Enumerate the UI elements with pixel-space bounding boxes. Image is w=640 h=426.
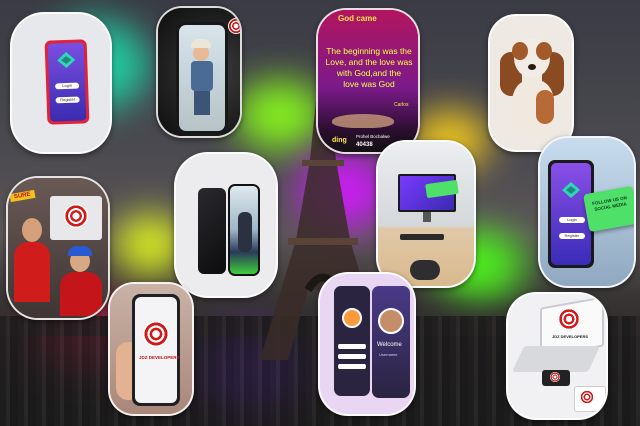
- red-ring-logo-small-icon: [550, 372, 560, 382]
- profile-photo: [378, 308, 404, 334]
- phone-screen-photo: [230, 186, 258, 274]
- red-ring-logo-developers-tile[interactable]: SURE: [6, 176, 110, 320]
- dog-eye-patch-right: [536, 42, 552, 60]
- login-app-popup-tile[interactable]: Login Register FOLLOW US ON SOCIAL MEDIA: [538, 136, 636, 288]
- child-body: [191, 61, 213, 91]
- dog-nose: [528, 64, 536, 70]
- laptop-base: [511, 346, 601, 372]
- red-ring-logo-icon: [143, 321, 169, 347]
- input-field-3[interactable]: [338, 364, 366, 369]
- black-phone: [198, 188, 226, 274]
- child-photo: [179, 25, 225, 131]
- footer-name: Prohel Bochalwe: [356, 134, 390, 139]
- phone-left: [334, 286, 370, 396]
- lyric-line-1: The beginning was the: [326, 46, 412, 56]
- child-hat: [191, 39, 211, 48]
- person-right-cap: [68, 246, 92, 256]
- register-button[interactable]: Register: [559, 233, 585, 239]
- screen-phone: [228, 184, 260, 276]
- collage-stage: Login Register God came The beginning wa…: [0, 0, 640, 426]
- lyrics-author: Carlos: [394, 102, 409, 108]
- input-field-2[interactable]: [338, 354, 366, 359]
- phone-frame: Login Register: [44, 39, 90, 125]
- app-logo-icon: [57, 52, 76, 69]
- red-ring-logo-icon: [558, 308, 580, 330]
- dog-body-patch: [536, 90, 554, 124]
- app-logo-icon: [562, 182, 580, 198]
- footer-prefix: ding: [332, 137, 347, 144]
- lyrics-block: The beginning was the Love, and the love…: [318, 46, 418, 90]
- social-popup[interactable]: FOLLOW US ON SOCIAL MEDIA: [583, 185, 634, 233]
- person-figure: [238, 212, 252, 252]
- red-ring-logo-icon: [64, 204, 88, 228]
- login-app-mockup-tile[interactable]: Login Register: [10, 12, 112, 154]
- lyric-line-3: with God,and the: [336, 68, 402, 78]
- phone-right: Welcome Username: [372, 286, 410, 398]
- register-button[interactable]: Register: [55, 96, 80, 104]
- hands-image: [332, 114, 394, 128]
- person-left-body: [14, 242, 50, 302]
- phone-child-photo-tile[interactable]: [156, 6, 242, 138]
- phone-screen: Login Register: [551, 163, 591, 265]
- login-button[interactable]: Login: [559, 217, 585, 223]
- phone-screen: Login Register: [47, 42, 87, 122]
- phone-screen: JDZ DEVELOPERS: [135, 297, 180, 403]
- monitor-stand: [423, 212, 431, 222]
- spaniel-dog-photo-tile[interactable]: [488, 14, 574, 152]
- person-right-body: [60, 272, 102, 316]
- red-ring-logo-icon: [228, 18, 240, 34]
- keyboard: [400, 234, 444, 240]
- red-ring-logo-box-icon: [580, 390, 594, 404]
- welcome-login-app-tile[interactable]: Welcome Username: [318, 272, 416, 416]
- lyric-line-2: Love, and the love was: [325, 57, 413, 67]
- two-phones-mockup-tile[interactable]: [174, 152, 278, 298]
- desk-chair: [410, 260, 440, 280]
- login-button[interactable]: Login: [55, 82, 80, 90]
- lyric-line-4: love was God: [343, 79, 395, 89]
- desk-monitor-mockup-tile[interactable]: [376, 140, 476, 288]
- jdz-developers-phone-tile[interactable]: JDZ DEVELOPERS: [108, 282, 194, 416]
- brand-label: JDZ DEVELOPERS: [139, 355, 180, 360]
- scripture-lyrics-tile[interactable]: God came The beginning was the Love, and…: [316, 8, 420, 154]
- phone-frame: JDZ DEVELOPERS: [132, 294, 180, 406]
- person-left-head: [22, 218, 42, 242]
- laptop-logo-mockup-tile[interactable]: JDZ DEVELOPERS: [506, 292, 608, 420]
- dog-eye-patch: [512, 42, 528, 60]
- lyrics-header: God came: [338, 14, 377, 23]
- input-field-1[interactable]: [338, 344, 366, 349]
- phone-frame: [176, 22, 228, 134]
- social-popup-text: FOLLOW US ON SOCIAL MEDIA: [591, 195, 628, 212]
- footer-number: 40438: [356, 142, 373, 148]
- avatar-circle: [342, 308, 362, 328]
- brand-label: JDZ DEVELOPERS: [552, 334, 589, 339]
- child-legs: [194, 91, 210, 115]
- welcome-title: Welcome: [377, 342, 402, 348]
- username-label: Username: [379, 352, 398, 357]
